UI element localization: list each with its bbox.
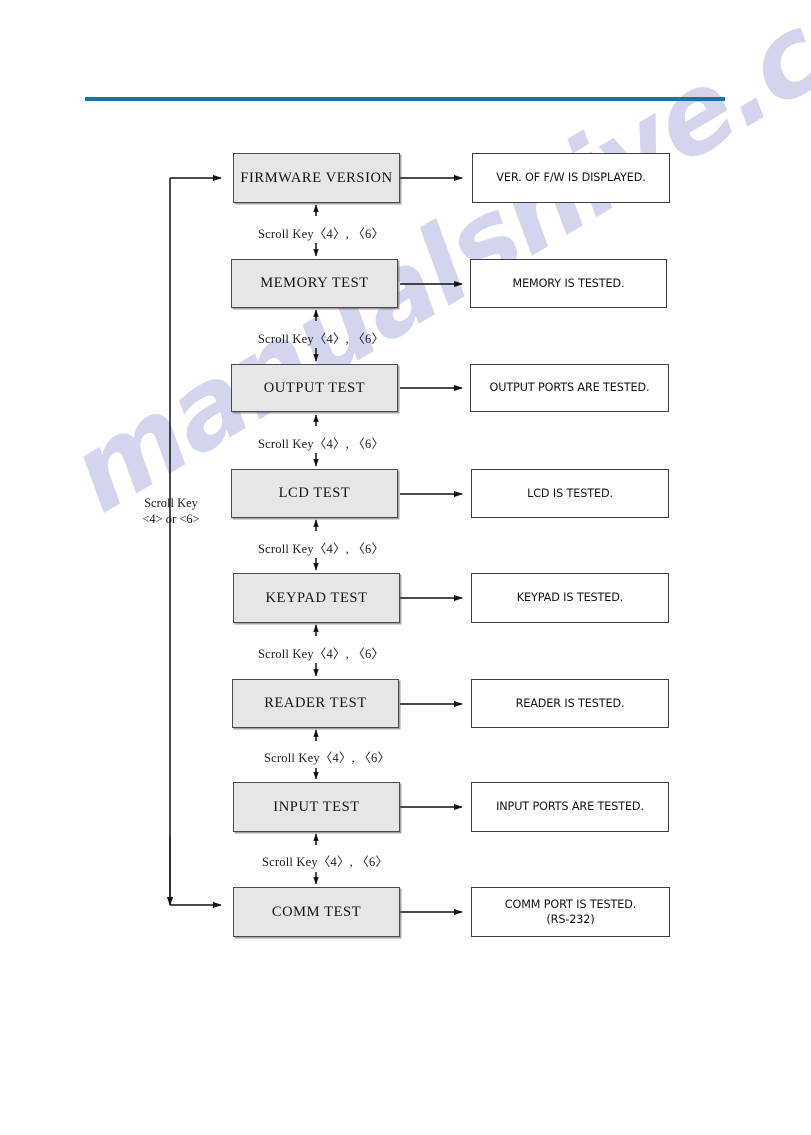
state-box-keypad-test[interactable]: KEYPAD TEST bbox=[233, 573, 400, 623]
description-line-1: VER. OF F/W IS DISPLAYED. bbox=[496, 171, 646, 185]
state-box-label: KEYPAD TEST bbox=[265, 589, 368, 606]
loop-label-line-2: <4> or <6> bbox=[142, 511, 200, 526]
state-box-label: MEMORY TEST bbox=[260, 275, 369, 291]
state-box-label: INPUT TEST bbox=[273, 798, 360, 815]
state-box-comm-test[interactable]: COMM TEST bbox=[233, 887, 400, 937]
state-box-lcd-test[interactable]: LCD TEST bbox=[231, 469, 398, 518]
header-rule bbox=[85, 97, 725, 101]
state-box-input-test[interactable]: INPUT TEST bbox=[233, 782, 400, 832]
state-box-reader-test[interactable]: READER TEST bbox=[232, 679, 399, 728]
description-box-keypad-test: KEYPAD IS TESTED. bbox=[471, 573, 669, 623]
transition-label-firmware-to-memory: Scroll Key〈4〉, 〈6〉 bbox=[258, 227, 385, 241]
transition-label-lcd-to-keypad: Scroll Key〈4〉, 〈6〉 bbox=[258, 542, 385, 556]
description-line-1: COMM PORT IS TESTED. bbox=[504, 897, 637, 911]
description-box-lcd-test: LCD IS TESTED. bbox=[471, 469, 669, 518]
transition-label-output-to-lcd: Scroll Key〈4〉, 〈6〉 bbox=[258, 437, 385, 451]
transition-label-keypad-to-reader: Scroll Key〈4〉, 〈6〉 bbox=[258, 647, 385, 661]
description-box-comm-test: COMM PORT IS TESTED. (RS-232) bbox=[471, 887, 670, 937]
description-line-1: INPUT PORTS ARE TESTED. bbox=[496, 800, 644, 814]
description-box-input-test: INPUT PORTS ARE TESTED. bbox=[471, 782, 669, 832]
state-box-label: FIRMWARE VERSION bbox=[240, 169, 393, 186]
description-line-2: (RS-232) bbox=[546, 913, 595, 926]
flowchart-connectors bbox=[0, 0, 811, 1135]
description-line-1: MEMORY IS TESTED. bbox=[512, 276, 625, 290]
loop-scroll-key-label: Scroll Key <4> or <6> bbox=[125, 496, 217, 527]
description-line-1: READER IS TESTED. bbox=[515, 696, 625, 710]
transition-label-reader-to-input: Scroll Key〈4〉, 〈6〉 bbox=[264, 751, 391, 765]
state-box-label: READER TEST bbox=[264, 695, 367, 711]
state-box-label: OUTPUT TEST bbox=[263, 379, 366, 396]
document-page: manualshive.com FIRMWARE VERSION MEMORY … bbox=[0, 0, 811, 1135]
description-box-firmware-version: VER. OF F/W IS DISPLAYED. bbox=[472, 153, 670, 203]
state-box-output-test[interactable]: OUTPUT TEST bbox=[231, 364, 398, 412]
state-box-memory-test[interactable]: MEMORY TEST bbox=[231, 259, 398, 308]
description-line-1: OUTPUT PORTS ARE TESTED. bbox=[489, 381, 650, 395]
description-box-output-test: OUTPUT PORTS ARE TESTED. bbox=[470, 364, 669, 412]
connector-svg bbox=[166, 174, 463, 916]
description-box-reader-test: READER IS TESTED. bbox=[471, 679, 669, 728]
state-box-label: LCD TEST bbox=[278, 485, 351, 501]
state-box-label: COMM TEST bbox=[271, 903, 362, 920]
transition-label-input-to-comm: Scroll Key〈4〉, 〈6〉 bbox=[262, 855, 389, 869]
description-line-1: KEYPAD IS TESTED. bbox=[516, 591, 624, 605]
transition-label-memory-to-output: Scroll Key〈4〉, 〈6〉 bbox=[258, 332, 385, 346]
loop-label-line-1: Scroll Key bbox=[144, 496, 198, 510]
description-line-1: LCD IS TESTED. bbox=[527, 486, 613, 500]
state-box-firmware-version[interactable]: FIRMWARE VERSION bbox=[233, 153, 400, 203]
description-box-memory-test: MEMORY IS TESTED. bbox=[470, 259, 667, 308]
